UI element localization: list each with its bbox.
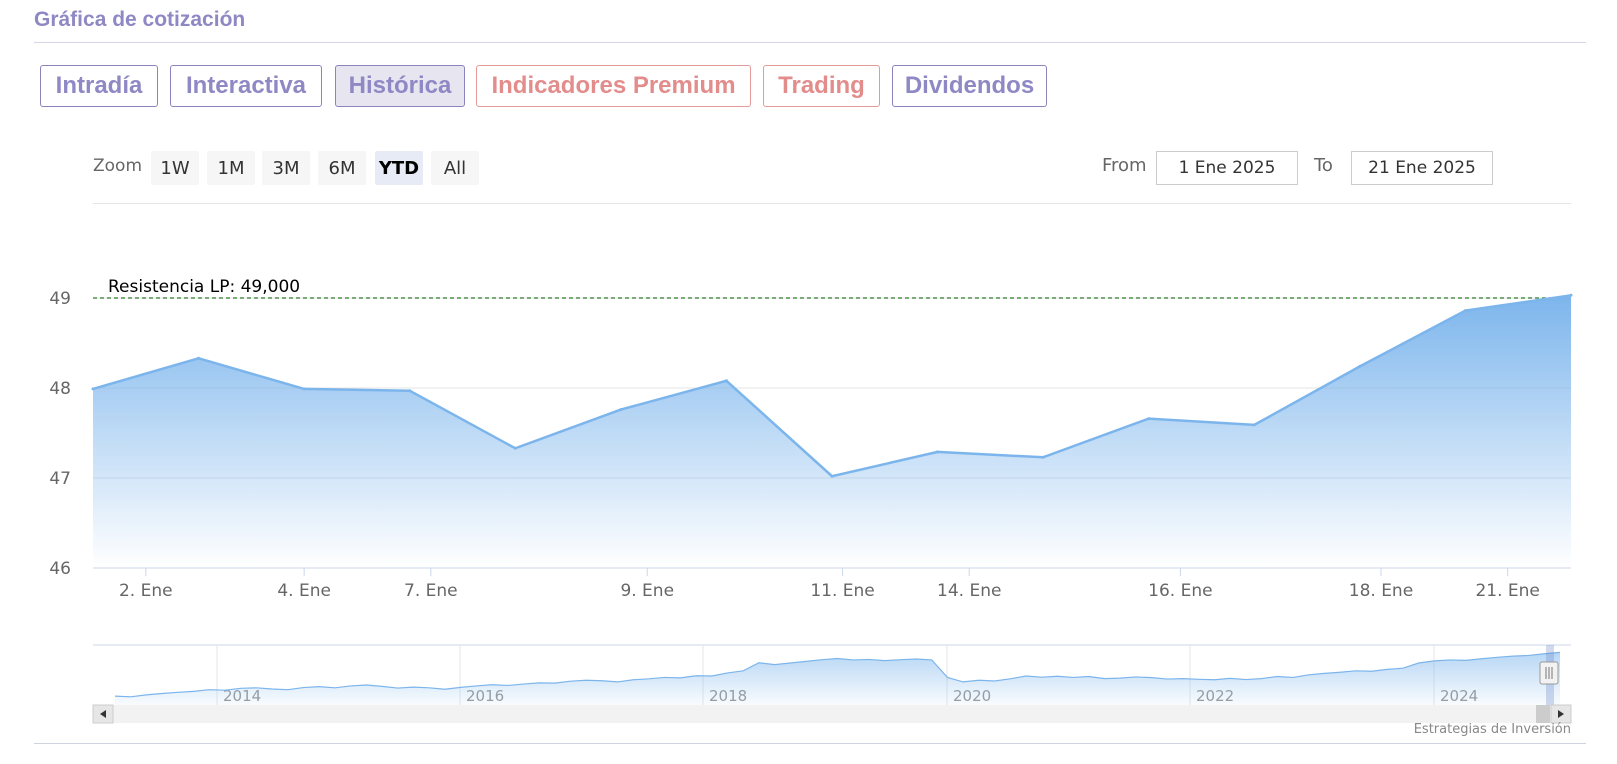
x-tick-label: 7. Ene (404, 581, 458, 601)
price-point (91, 387, 95, 391)
zoom-label: Zoom (93, 156, 143, 176)
x-tick-label: 14. Ene (937, 581, 1001, 601)
navigator-selection (1546, 645, 1554, 705)
y-tick-label: 49 (49, 289, 71, 309)
tab-intradía[interactable]: Intradía (40, 65, 158, 107)
resistance-label: Resistencia LP: 49,000 (108, 277, 300, 297)
zoom-button-1m[interactable]: 1M (207, 151, 255, 185)
navigator-year-label: 2016 (466, 687, 504, 705)
price-point (830, 474, 834, 478)
y-tick-label: 46 (49, 559, 71, 579)
price-point (724, 379, 728, 383)
scrollbar-right-button (1550, 704, 1572, 724)
price-point (1041, 455, 1045, 459)
price-point (1252, 423, 1256, 427)
navigator-line (114, 651, 1561, 698)
x-tick-label: 21. Ene (1475, 581, 1539, 601)
toolbar-divider (93, 203, 1571, 204)
bottom-divider (34, 743, 1586, 744)
zoom-button-1w[interactable]: 1W (151, 151, 199, 185)
section-title: Gráfica de cotización (34, 8, 246, 31)
price-point (302, 387, 306, 391)
price-point (619, 408, 623, 412)
zoom-button-ytd[interactable]: YTD (375, 151, 423, 185)
x-tick-label: 4. Ene (277, 581, 331, 601)
price-point (408, 389, 412, 393)
range-from-label: From (1102, 155, 1147, 176)
price-line (92, 294, 1572, 478)
tab-histórica[interactable]: Histórica (335, 65, 465, 107)
range-from-input[interactable]: 1 Ene 2025 (1156, 151, 1298, 185)
scrollbar-thumb (1536, 705, 1550, 723)
price-point (936, 450, 940, 454)
price-point (1569, 293, 1573, 297)
navigator-year-label: 2022 (1196, 687, 1234, 705)
range-to-label: To (1314, 155, 1333, 176)
navigator-area (115, 652, 1560, 705)
y-tick-label: 47 (49, 469, 71, 489)
x-tick-label: 16. Ene (1148, 581, 1212, 601)
price-point (513, 446, 517, 450)
x-tick-label: 2. Ene (119, 581, 173, 601)
arrow-right-icon (1558, 710, 1564, 718)
price-point (1463, 309, 1467, 313)
zoom-button-6m[interactable]: 6M (318, 151, 366, 185)
x-tick-label: 9. Ene (620, 581, 674, 601)
price-area-fill (93, 295, 1571, 568)
tab-trading[interactable]: Trading (763, 65, 880, 107)
tab-dividendos[interactable]: Dividendos (892, 65, 1047, 107)
chart-credit: Estrategias de Inversión (1413, 722, 1571, 737)
price-point (197, 356, 201, 360)
navigator-year-label: 2020 (953, 687, 991, 705)
x-tick-label: 18. Ene (1349, 581, 1413, 601)
y-tick-label: 48 (49, 379, 71, 399)
navigator-year-label: 2018 (709, 687, 747, 705)
price-chart: Resistencia LP: 49,000 2. Ene 4. Ene 7. En… (49, 277, 1573, 724)
navigator-handle (1539, 661, 1559, 685)
x-tick-label: 11. Ene (810, 581, 874, 601)
price-point (1147, 417, 1151, 421)
scrollbar-track (93, 705, 1571, 723)
tab-indicadores-premium[interactable]: Indicadores Premium (476, 65, 751, 107)
tab-interactiva[interactable]: Interactiva (170, 65, 322, 107)
navigator-year-label: 2014 (223, 687, 261, 705)
arrow-left-icon (100, 710, 106, 718)
title-divider (34, 42, 1586, 43)
zoom-button-all[interactable]: All (431, 151, 479, 185)
range-to-input[interactable]: 21 Ene 2025 (1351, 151, 1493, 185)
scrollbar-left-button (92, 704, 114, 724)
zoom-button-3m[interactable]: 3M (262, 151, 310, 185)
price-point (1358, 364, 1362, 368)
navigator-year-label: 2024 (1440, 687, 1478, 705)
